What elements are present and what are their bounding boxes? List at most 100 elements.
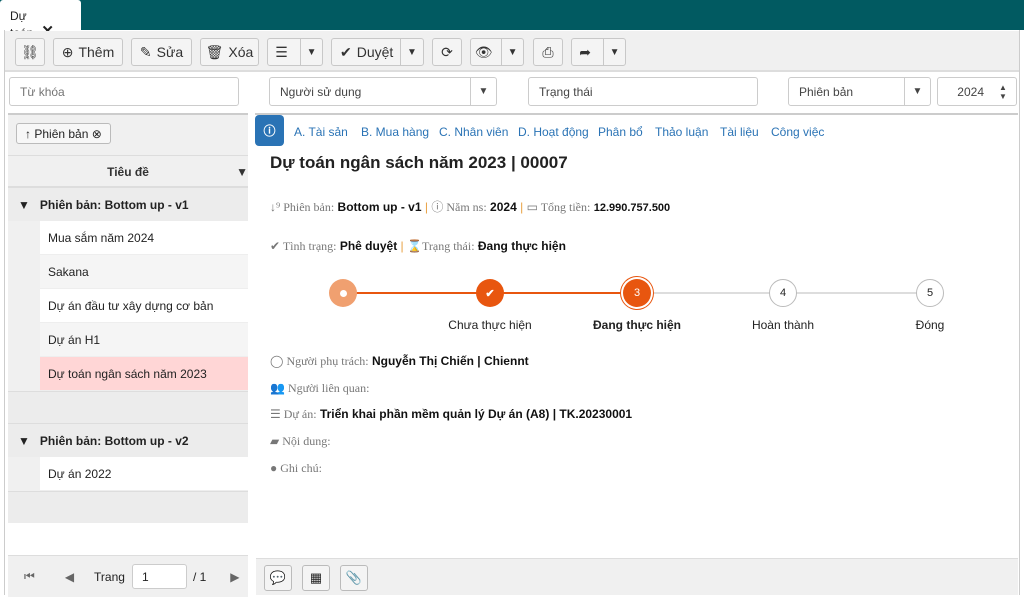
step-label: Đang thực hiện <box>592 318 682 332</box>
toolbar: ⛓ ⊕ Thêm ✎ Sửa 🗑 Xóa ☰ ▼ ✔ Duyệt ▼ ⟳ 👁 ▼ ⎙ ➦ ▼ <box>5 31 1019 72</box>
caret-down-icon[interactable]: ▼ <box>18 434 30 448</box>
refresh-button[interactable]: ⟳ <box>432 38 462 66</box>
share-icon: ➦ <box>579 43 591 60</box>
info-icon: ⓘ <box>263 124 276 138</box>
spinner-icon[interactable]: ▲ ▼ <box>990 78 1016 105</box>
chevron-down-icon[interactable]: ▼ <box>300 39 322 65</box>
edit-button[interactable]: ✎ Sửa <box>131 38 192 66</box>
status-value: Trạng thái <box>539 85 593 99</box>
search-button[interactable]: ⛓ <box>15 38 45 66</box>
refresh-icon: ⟳ <box>441 43 453 60</box>
user-select[interactable]: Người sử dụng ▼ <box>269 77 497 106</box>
print-icon: ⎙ <box>542 43 554 60</box>
status-input[interactable]: Trạng thái <box>528 77 758 106</box>
add-label: Thêm <box>78 44 115 60</box>
info-icon: ⓘ <box>431 200 447 214</box>
chevron-down-icon[interactable]: ▼ <box>603 39 625 65</box>
first-page-icon[interactable]: ⏮ <box>24 569 35 584</box>
comment-icon: ● <box>270 461 281 475</box>
list-item[interactable]: Dự án 2022 <box>40 457 248 491</box>
delete-button[interactable]: 🗑 Xóa <box>200 38 259 66</box>
step-2: ✔ <box>476 279 504 307</box>
chip-label: Phiên bản <box>34 127 89 141</box>
tab-du-toan[interactable]: Dự toán✕ <box>0 0 81 40</box>
pager: ⏮ ◀ Trang 1 / 1 ▶ <box>8 555 248 597</box>
user-icon: ◯ <box>270 354 287 368</box>
chevron-down-icon[interactable]: ▼ <box>501 39 523 65</box>
year-stepper[interactable]: 2024 ▲ ▼ <box>937 77 1017 106</box>
edit-label: Sửa <box>156 44 184 60</box>
attach-button[interactable]: 📎 <box>340 565 368 591</box>
keyword-input[interactable] <box>9 77 239 106</box>
list-icon: ☰ <box>270 407 284 421</box>
version-select[interactable]: Phiên bản ▼ <box>788 77 931 106</box>
hourglass-icon: ⌛ <box>407 239 422 253</box>
comment-button[interactable]: 💬 <box>264 565 292 591</box>
chevron-down-icon: ▼ <box>904 78 930 105</box>
list-item[interactable]: Dự án đầu tư xây dựng cơ bản <box>40 289 248 323</box>
filter-icon[interactable]: ▼ <box>236 165 248 179</box>
user-plus-icon: 👥 <box>270 381 288 395</box>
calendar-button[interactable]: ▦ <box>302 565 330 591</box>
approve-label: Duyệt <box>356 44 394 60</box>
next-page-icon[interactable]: ▶ <box>230 570 239 584</box>
tab-5[interactable]: Thảo luận <box>655 125 708 139</box>
add-button[interactable]: ⊕ Thêm <box>53 38 123 66</box>
page-input[interactable]: 1 <box>131 564 187 589</box>
column-header[interactable]: Tiêu đề ▼ <box>8 155 248 187</box>
user-select-value: Người sử dụng <box>280 85 362 99</box>
info-tab[interactable]: ⓘ <box>255 115 284 146</box>
group-header[interactable]: ▼ Phiên bản: Bottom up - v1 <box>8 187 248 221</box>
related-line: 👥 Người liên quan: <box>270 381 370 395</box>
book-icon: ▰ <box>270 434 283 448</box>
share-button[interactable]: ➦ ▼ <box>571 38 626 66</box>
chevron-down-icon[interactable]: ▼ <box>400 39 423 65</box>
year-value: 2024 <box>957 85 984 99</box>
list-item[interactable]: Sakana <box>40 255 248 289</box>
list-item[interactable]: Mua sắm năm 2024 <box>40 221 248 255</box>
list-item[interactable]: Dự toán ngân sách năm 2023 <box>40 357 248 391</box>
list-item[interactable]: Dự án H1 <box>40 323 248 357</box>
tab-3[interactable]: D. Hoạt động <box>518 125 589 139</box>
calendar-icon: ▦ <box>309 570 323 585</box>
owner-line: ◯ Người phụ trách: Nguyễn Thị Chiến | Ch… <box>270 354 529 368</box>
step-label: Đóng <box>915 318 945 332</box>
approve-button[interactable]: ✔ Duyệt ▼ <box>331 38 424 66</box>
view-button[interactable]: 👁 ▼ <box>470 38 524 66</box>
step-label: Chưa thực hiện <box>448 318 532 332</box>
step-1 <box>329 279 357 307</box>
group-header[interactable]: ▼ Phiên bản: Bottom up - v2 <box>8 423 248 457</box>
tab-1[interactable]: B. Mua hàng <box>361 125 429 139</box>
menu-button[interactable]: ☰ ▼ <box>267 38 323 66</box>
footer-bar <box>256 558 1018 595</box>
caret-down-icon[interactable]: ▼ <box>18 198 30 212</box>
group-label: Phiên bản: Bottom up - v1 <box>39 198 189 212</box>
plus-circle-icon: ⊕ <box>61 43 74 60</box>
paperclip-icon: 📎 <box>345 570 363 585</box>
group-chip[interactable]: ↑ Phiên bản ⊗ <box>16 123 111 144</box>
eye-icon: 👁 <box>474 43 493 60</box>
status-line: ✔ Tình trạng: Phê duyệt | ⌛Trạng thái: Đ… <box>270 239 566 253</box>
print-button[interactable]: ⎙ <box>533 38 563 66</box>
tab-6[interactable]: Tài liệu <box>720 125 759 139</box>
step-3: 3 <box>623 279 651 307</box>
page-total: / 1 <box>192 569 207 584</box>
tab-2[interactable]: C. Nhân viên <box>439 125 508 139</box>
step-label: Hoàn thành <box>751 318 815 332</box>
empty-row <box>8 391 248 423</box>
group-label: Phiên bản: Bottom up - v2 <box>39 434 189 448</box>
binoculars-icon: ⛓ <box>21 43 39 60</box>
tab-4[interactable]: Phân bổ <box>598 125 643 139</box>
prev-page-icon[interactable]: ◀ <box>65 570 74 584</box>
step-5: 5 <box>916 279 944 307</box>
comments-icon: 💬 <box>269 570 287 585</box>
tab-7[interactable]: Công việc <box>771 125 824 139</box>
page-title: Dự toán ngân sách năm 2023 | 00007 <box>270 153 568 172</box>
tab-0[interactable]: A. Tài sản <box>294 125 348 139</box>
remove-icon[interactable]: ⊗ <box>92 127 102 141</box>
empty-row <box>8 491 248 523</box>
page-label: Trang <box>94 569 125 584</box>
content-line: ▰ Nội dung: <box>270 434 331 448</box>
check-circle-icon: ✔ <box>340 43 352 60</box>
pencil-icon: ✎ <box>139 43 152 60</box>
